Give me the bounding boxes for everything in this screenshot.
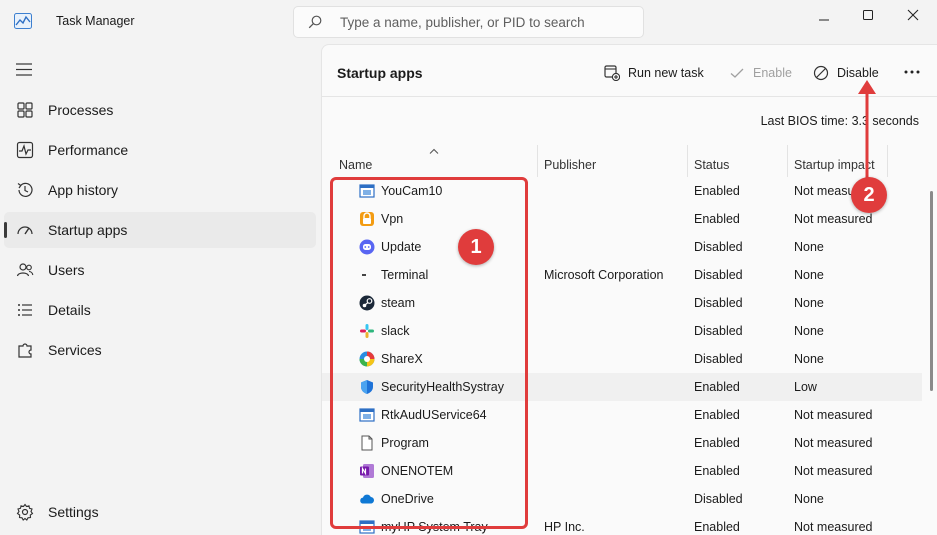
sidebar-item-label: Processes [48,102,114,118]
page-title: Startup apps [337,65,423,81]
maximize-icon [863,10,873,20]
sidebar-item-label: App history [48,182,119,198]
history-clock-icon [17,182,33,197]
cell-status: Enabled [694,184,740,198]
cell-startup-impact: Low [794,380,817,394]
task-manager-app-icon [14,13,32,29]
minimize-icon [819,19,829,21]
cell-status: Enabled [694,464,740,478]
cell-status: Disabled [694,492,743,506]
cell-status: Enabled [694,380,740,394]
sidebar-item-label: Details [48,302,91,318]
hamburger-menu-icon[interactable] [16,63,32,76]
run-new-task-button[interactable]: Run new task [604,62,704,84]
cell-status: Disabled [694,268,743,282]
settings-gear-icon [16,503,34,521]
cell-status: Disabled [694,324,743,338]
details-list-icon [18,304,32,316]
cell-status: Disabled [694,352,743,366]
sidebar-item-label: Users [48,262,85,278]
sidebar-item-startup-apps[interactable]: Startup apps [4,212,316,248]
sidebar-item-label: Services [48,342,102,358]
cell-publisher: HP Inc. [544,520,585,534]
search-box[interactable]: Type a name, publisher, or PID to search [293,6,644,38]
column-header-publisher-label: Publisher [544,158,597,172]
sidebar-item-processes[interactable]: Processes [4,92,316,128]
title-bar: Task Manager Type a name, publisher, or … [0,0,937,44]
checkmark-icon [730,68,744,78]
maximize-button[interactable] [850,4,886,26]
column-separator[interactable] [887,145,888,177]
cell-startup-impact: None [794,492,824,506]
annotation-badge-2: 2 [851,177,887,213]
services-puzzle-icon [18,343,32,358]
minimize-button[interactable] [806,4,842,26]
cell-startup-impact: Not measured [794,212,873,226]
cell-startup-impact: Not measured [794,408,873,422]
processes-grid-icon [17,102,33,118]
cell-startup-impact: Not measured [794,464,873,478]
run-new-task-label: Run new task [628,66,704,80]
startup-speedometer-icon [17,226,33,235]
column-header-status-label: Status [694,158,730,172]
close-button[interactable] [895,4,931,26]
sort-ascending-icon [429,148,439,154]
users-icon [16,263,34,277]
sidebar-item-users[interactable]: Users [4,252,316,288]
enable-button[interactable]: Enable [729,62,792,84]
column-header-name-label: Name [339,158,373,172]
disable-label: Disable [837,66,879,80]
close-icon [907,9,919,21]
column-header-name[interactable]: Name [332,145,537,177]
enable-label: Enable [753,66,792,80]
search-input[interactable]: Type a name, publisher, or PID to search [340,15,585,30]
cell-startup-impact: None [794,352,824,366]
cell-status: Disabled [694,296,743,310]
disable-circle-slash-icon [813,65,829,81]
sidebar-item-app-history[interactable]: App history [4,172,316,208]
cell-status: Enabled [694,520,740,534]
sidebar-item-details[interactable]: Details [4,292,316,328]
cell-status: Enabled [694,408,740,422]
cell-startup-impact: None [794,296,824,310]
sidebar-item-settings[interactable]: Settings [4,494,316,530]
more-options-icon[interactable] [902,63,922,81]
cell-status: Disabled [694,240,743,254]
cell-startup-impact: None [794,268,824,282]
column-header-status[interactable]: Status [687,145,787,177]
last-bios-time: Last BIOS time: 3.3 seconds [760,114,919,128]
cell-startup-impact: None [794,240,824,254]
vertical-scrollbar[interactable] [930,191,933,391]
sidebar-item-label: Settings [48,504,99,520]
column-header-publisher[interactable]: Publisher [537,145,687,177]
annotation-badge-1: 1 [458,229,494,265]
sidebar-item-label: Startup apps [48,222,128,238]
sidebar-item-services[interactable]: Services [4,332,316,368]
run-task-icon [604,65,620,81]
cell-status: Enabled [694,212,740,226]
cell-startup-impact: Not measured [794,520,873,534]
navigation-sidebar: Processes Performance App history Startu… [0,44,321,535]
cell-status: Enabled [694,436,740,450]
performance-pulse-icon [16,141,34,159]
cell-publisher: Microsoft Corporation [544,268,664,282]
annotation-highlight-box [330,177,528,529]
search-icon [308,15,322,29]
toolbar-divider [322,96,937,97]
sidebar-item-performance[interactable]: Performance [4,132,316,168]
cell-startup-impact: Not measured [794,436,873,450]
cell-startup-impact: None [794,324,824,338]
app-title: Task Manager [56,14,135,28]
sidebar-item-label: Performance [48,142,129,158]
